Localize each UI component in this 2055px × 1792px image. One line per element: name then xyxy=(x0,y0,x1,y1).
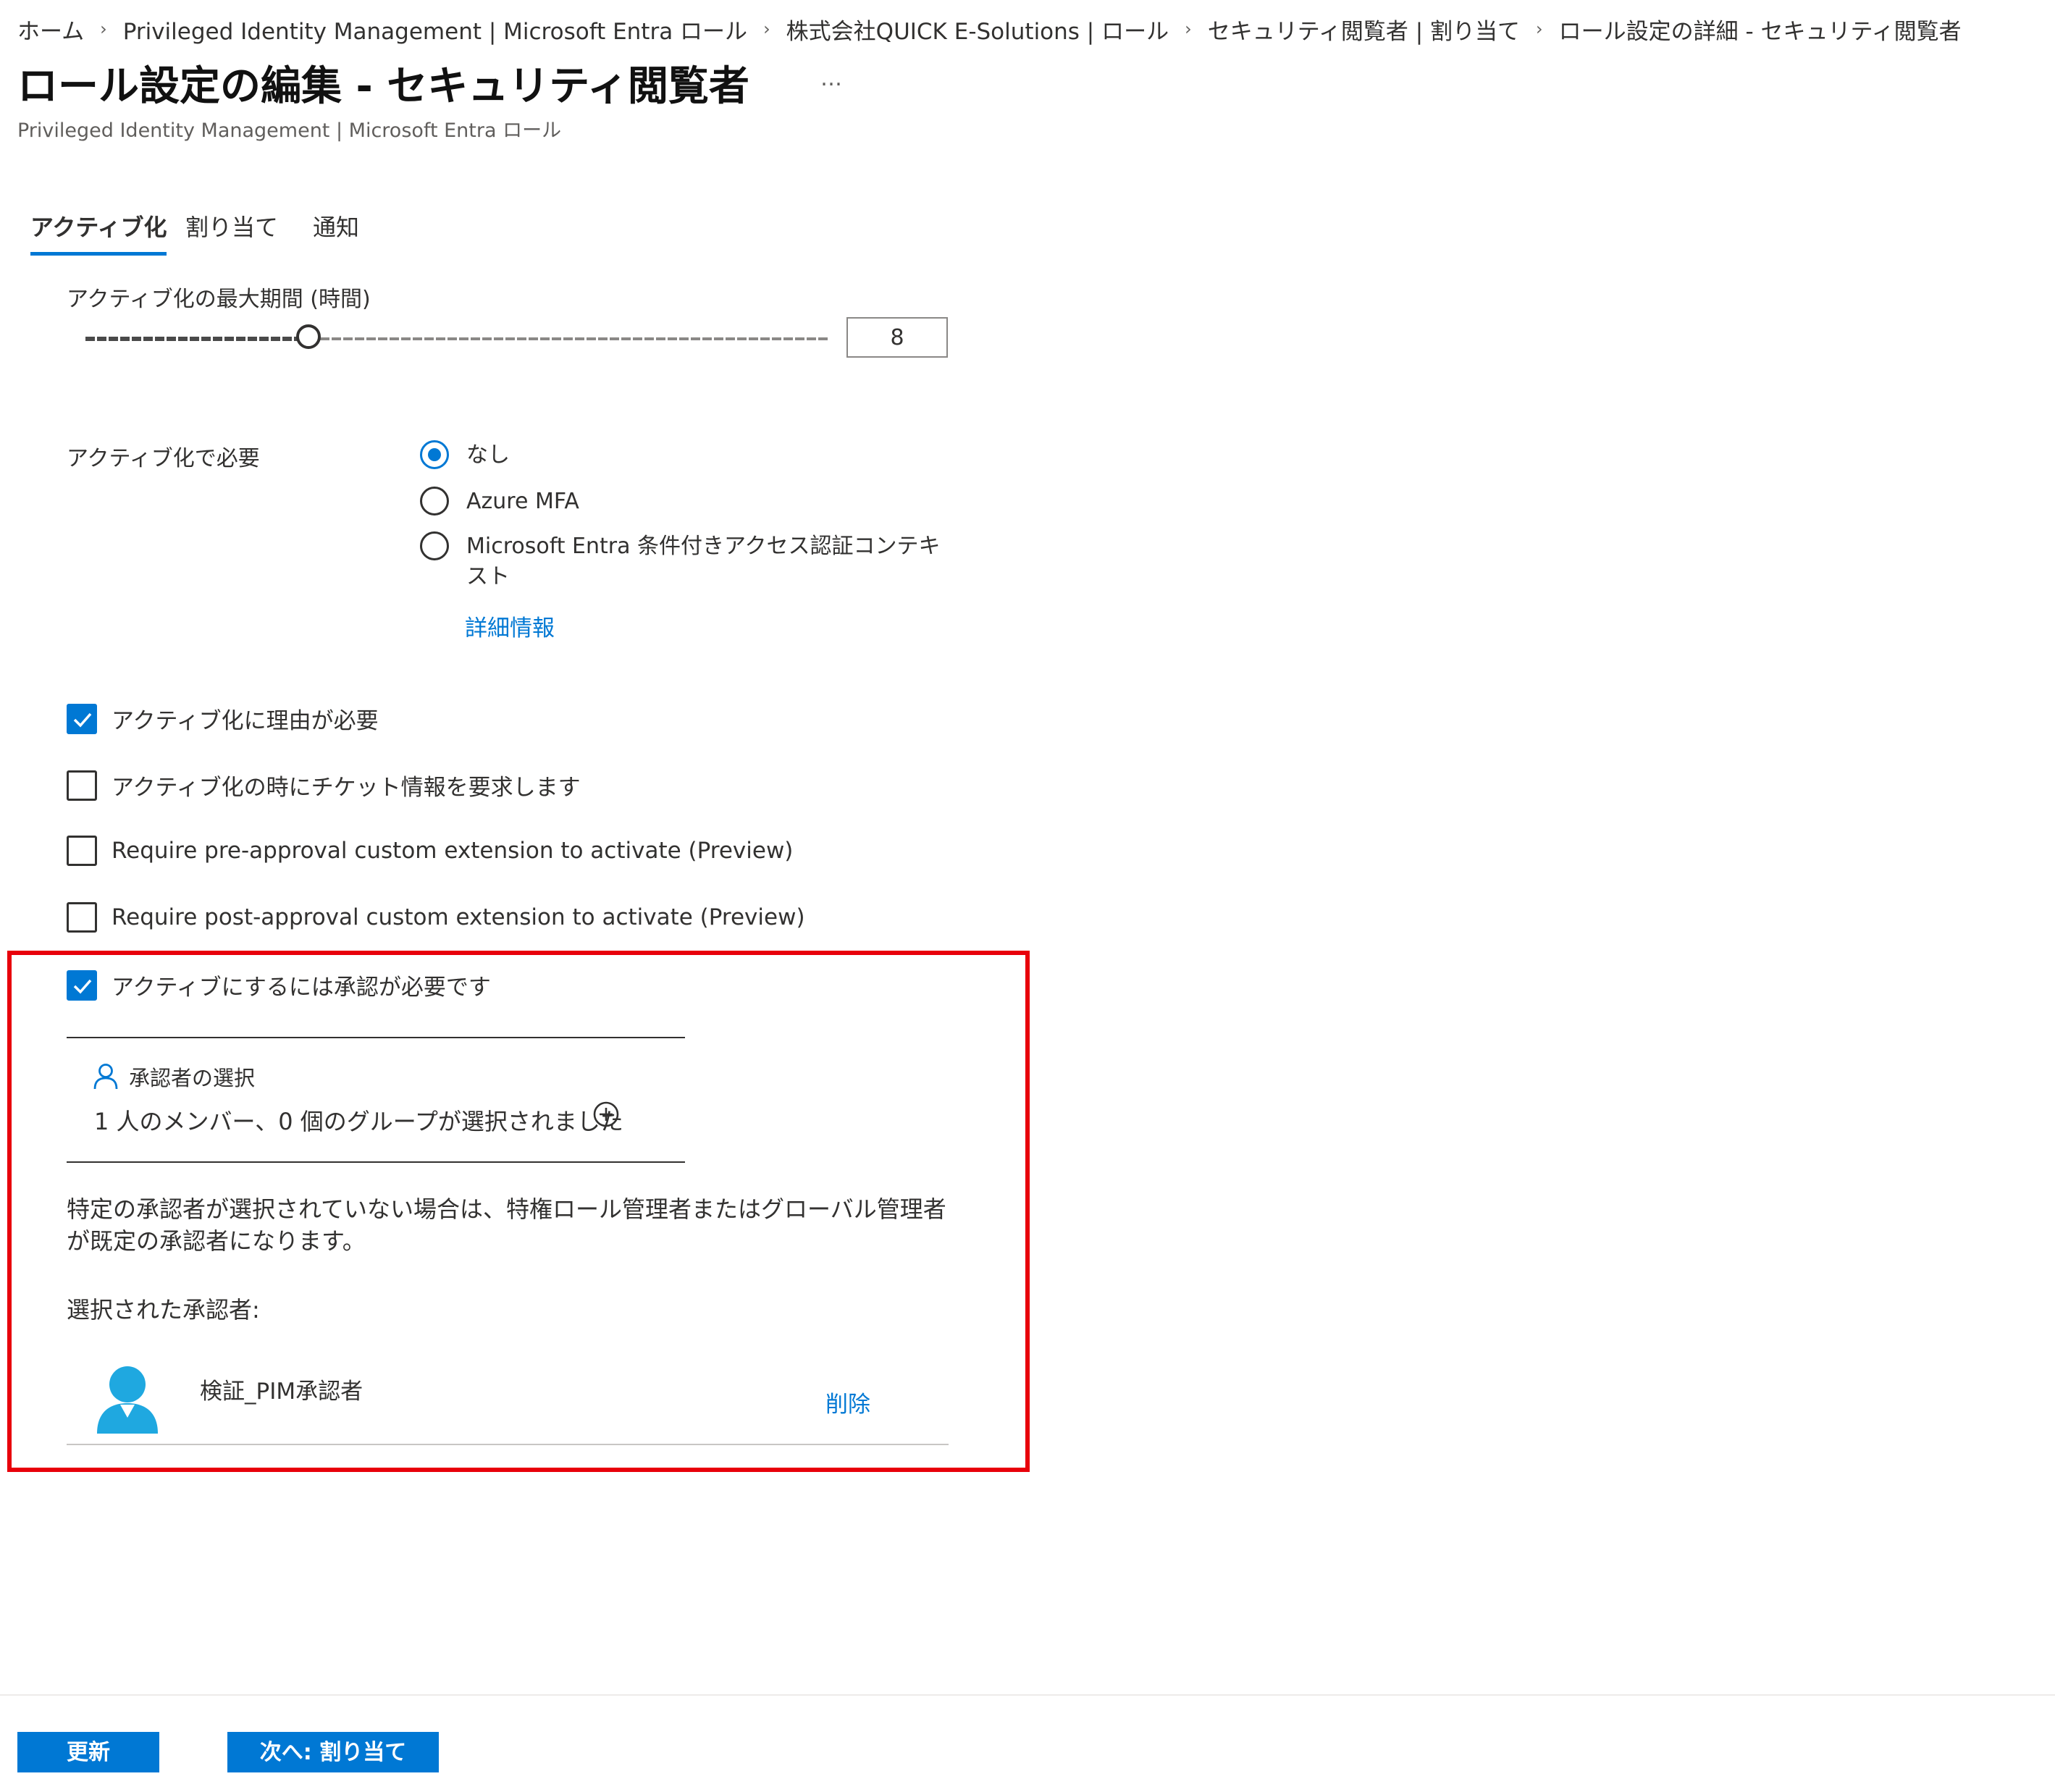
checkbox-label: アクティブにするには承認が必要です xyxy=(112,975,491,1001)
checkbox-label: アクティブ化に理由が必要 xyxy=(112,708,379,734)
page-subtitle: Privileged Identity Management | Microso… xyxy=(17,119,562,142)
radio-azure-mfa[interactable]: Azure MFA xyxy=(420,487,579,517)
checkbox[interactable] xyxy=(67,836,97,866)
more-info-link[interactable]: 詳細情報 xyxy=(465,610,555,642)
person-icon xyxy=(93,1064,118,1090)
select-approvers-button[interactable]: 承認者の選択 xyxy=(93,1061,255,1092)
checkbox[interactable] xyxy=(67,703,97,734)
members-summary: 1 人のメンバー、0 個のグループが選択されました xyxy=(94,1108,623,1135)
breadcrumb-tenant-roles[interactable]: 株式会社QUICK E-Solutions | ロール xyxy=(786,13,1169,46)
breadcrumb-separator: › xyxy=(763,19,770,39)
page-title: ロール設定の編集 - セキュリティ閲覧者 xyxy=(17,63,749,110)
divider xyxy=(67,1037,685,1038)
breadcrumb-role-assignments[interactable]: セキュリティ閲覧者 | 割り当て xyxy=(1208,13,1520,46)
checkbox-require-justification[interactable]: アクティブ化に理由が必要 xyxy=(67,702,379,735)
max-duration-input[interactable] xyxy=(846,317,948,358)
checkbox[interactable] xyxy=(67,770,97,801)
max-duration-slider[interactable] xyxy=(85,324,828,352)
checkbox-post-approval-extension[interactable]: Require post-approval custom extension t… xyxy=(67,902,805,933)
next-assignment-button[interactable]: 次へ: 割り当て xyxy=(227,1732,439,1772)
slider-track xyxy=(308,337,828,340)
require-on-activation-label: アクティブ化で必要 xyxy=(67,446,260,471)
breadcrumb: ホーム › Privileged Identity Management | M… xyxy=(17,10,2049,48)
checkbox[interactable] xyxy=(67,902,97,933)
radio-label: Microsoft Entra 条件付きアクセス認証コンテキスト xyxy=(466,534,941,589)
radio-button[interactable] xyxy=(420,531,449,560)
approver-name: 検証_PIM承認者 xyxy=(200,1379,363,1405)
checkbox[interactable] xyxy=(67,969,97,1001)
slider-track-filled xyxy=(85,337,308,341)
radio-auth-context[interactable]: Microsoft Entra 条件付きアクセス認証コンテキスト xyxy=(420,531,941,592)
footer-divider xyxy=(0,1694,2055,1696)
tab-notification[interactable]: 通知 xyxy=(313,207,359,252)
checkmark-icon xyxy=(73,712,92,728)
tab-assignment[interactable]: 割り当て xyxy=(185,207,278,252)
checkbox-label: Require post-approval custom extension t… xyxy=(112,904,805,930)
user-avatar-icon xyxy=(97,1366,158,1434)
select-approvers-label: 承認者の選択 xyxy=(129,1066,256,1090)
remove-approver-link[interactable]: 削除 xyxy=(825,1386,870,1418)
checkbox-require-ticket[interactable]: アクティブ化の時にチケット情報を要求します xyxy=(67,769,581,802)
checkmark-icon xyxy=(73,979,92,994)
radio-button[interactable] xyxy=(420,487,449,516)
breadcrumb-home[interactable]: ホーム xyxy=(17,13,84,46)
slider-thumb[interactable] xyxy=(296,324,321,349)
radio-none[interactable]: なし xyxy=(420,440,510,471)
approver-row-divider xyxy=(67,1444,949,1445)
radio-label: なし xyxy=(466,442,510,468)
add-circle-icon[interactable] xyxy=(592,1101,620,1128)
update-button[interactable]: 更新 xyxy=(17,1732,159,1772)
breadcrumb-separator: › xyxy=(100,19,107,39)
more-options-button[interactable]: … xyxy=(817,68,846,97)
divider xyxy=(67,1161,685,1163)
checkbox-require-approval[interactable]: アクティブにするには承認が必要です xyxy=(67,969,491,1001)
breadcrumb-role-settings[interactable]: ロール設定の詳細 - セキュリティ閲覧者 xyxy=(1559,13,1962,46)
max-duration-label: アクティブ化の最大期間 (時間) xyxy=(67,287,371,312)
breadcrumb-separator: › xyxy=(1536,19,1543,39)
breadcrumb-separator: › xyxy=(1185,19,1192,39)
checkbox-label: アクティブ化の時にチケット情報を要求します xyxy=(112,775,581,801)
breadcrumb-pim-roles[interactable]: Privileged Identity Management | Microso… xyxy=(123,13,747,46)
checkbox-pre-approval-extension[interactable]: Require pre-approval custom extension to… xyxy=(67,836,793,866)
radio-label: Azure MFA xyxy=(466,489,579,514)
checkbox-label: Require pre-approval custom extension to… xyxy=(112,838,794,864)
tab-activation[interactable]: アクティブ化 xyxy=(30,207,167,256)
selected-approvers-label: 選択された承認者: xyxy=(67,1296,260,1324)
radio-button[interactable] xyxy=(420,440,449,469)
default-approver-note: 特定の承認者が選択されていない場合は、特権ロール管理者またはグローバル管理者が既… xyxy=(67,1195,946,1255)
